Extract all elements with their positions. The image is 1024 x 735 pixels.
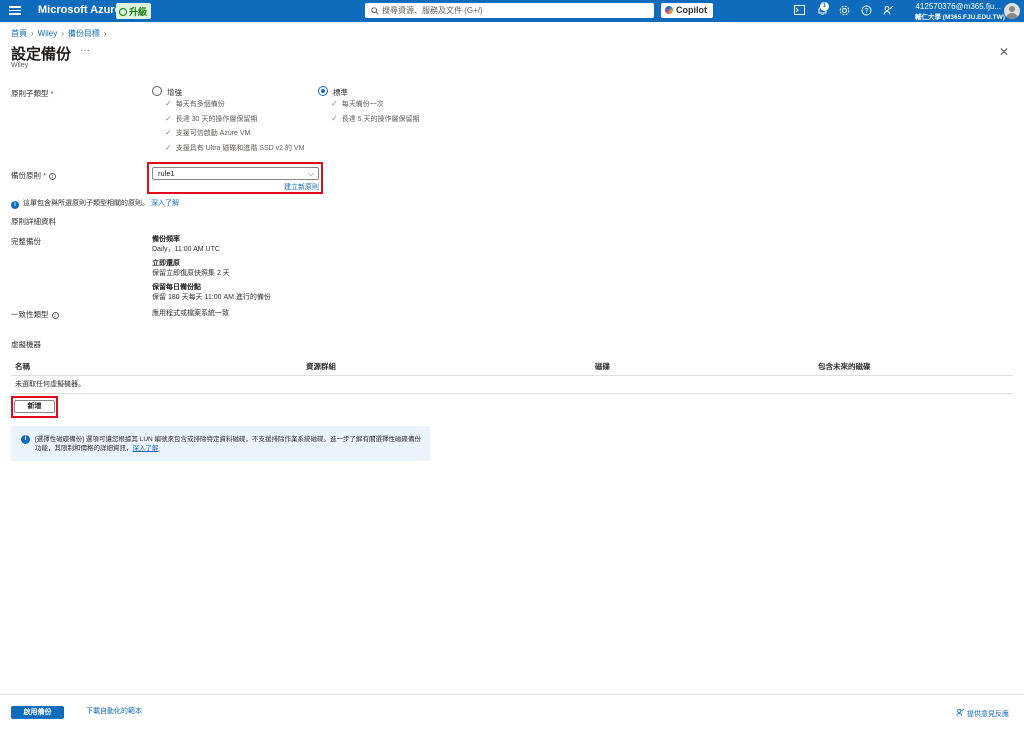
copilot-button[interactable]: Copilot xyxy=(661,3,713,18)
consistency-label: 一致性類型 i xyxy=(11,309,59,320)
vm-table-header: 名稱 資源群組 磁碟 包含未來的磁碟 xyxy=(11,358,1013,376)
search-placeholder: 搜尋資源、服務及文件 (G+/) xyxy=(382,6,483,15)
dropdown-value: rule1 xyxy=(158,169,175,178)
check-icon: ✓ xyxy=(331,114,338,123)
give-feedback-link[interactable]: 提供意見反應 xyxy=(956,708,1009,719)
info-icon: i xyxy=(11,201,19,209)
copilot-icon xyxy=(665,6,673,14)
chevron-right-icon: › xyxy=(61,29,64,38)
vms-heading: 虛擬機器 xyxy=(11,340,41,349)
svg-text:?: ? xyxy=(865,8,869,15)
check-icon: ✓ xyxy=(165,99,172,108)
col-future-disks: 包含未來的磁碟 xyxy=(818,362,871,371)
radio-standard[interactable] xyxy=(318,86,328,96)
backup-policy-dropdown[interactable]: rule1 ⌵ xyxy=(152,167,319,180)
account-email: 412570376@m365.fju... xyxy=(915,2,1001,11)
check-icon: ✓ xyxy=(331,99,338,108)
feedback-icon[interactable] xyxy=(883,5,894,16)
info-icon: i xyxy=(21,435,30,444)
upgrade-button[interactable]: 升級 xyxy=(116,3,151,19)
help-icon[interactable]: ? xyxy=(861,5,872,16)
copilot-label: Copilot xyxy=(676,5,707,15)
daily-retention: 保留每日備份點 保留 180 天每天 11:00 AM 進行的備份 xyxy=(152,284,271,301)
check-icon: ✓ xyxy=(165,114,172,123)
account-menu[interactable]: 412570376@m365.fju... 輔仁大學 (M365.FJU.EDU… xyxy=(915,2,1005,21)
feature-item: ✓ 支援具有 Ultra 磁碟和進階 SSD v2 的 VM xyxy=(165,143,305,152)
upgrade-icon xyxy=(119,8,127,16)
feature-item: ✓ 長達 30 天的操作層保留期 xyxy=(165,114,258,123)
add-vm-button[interactable]: 新增 xyxy=(14,400,55,413)
search-icon xyxy=(371,7,379,15)
selective-disk-notice: i [選擇性磁碟備份] 選項可讓您根據其 LUN 編號來包含或排除特定資料磁碟，… xyxy=(11,426,430,461)
option-enhanced-label: 增強 xyxy=(167,88,182,97)
cloud-shell-icon[interactable] xyxy=(794,5,805,16)
check-icon: ✓ xyxy=(165,143,172,152)
brand-name[interactable]: Microsoft Azure xyxy=(38,4,121,16)
upgrade-label: 升級 xyxy=(129,7,148,17)
policy-details-heading: 原則詳細資料 xyxy=(11,217,56,226)
more-options-icon[interactable]: ··· xyxy=(80,45,90,56)
backup-policy-label: 備份原則 * i xyxy=(11,170,57,181)
chevron-right-icon: › xyxy=(31,29,34,38)
gear-icon[interactable] xyxy=(839,5,850,16)
learn-more-link[interactable]: 深入了解 xyxy=(151,200,179,207)
avatar[interactable] xyxy=(1004,3,1020,19)
top-bar: Microsoft Azure 升級 搜尋資源、服務及文件 (G+/) Copi… xyxy=(0,0,1024,22)
instant-restore: 立即還原 保留立即復原快照集 2 天 xyxy=(152,260,230,277)
notice-learn-more-link[interactable]: 深入了解 xyxy=(133,445,159,452)
notification-badge: 1 xyxy=(820,2,829,11)
option-standard-label: 標準 xyxy=(333,88,348,97)
full-backup-label: 完整備份 xyxy=(11,237,41,246)
feature-item: ✓ 長達 5 天的操作層保留期 xyxy=(331,114,420,123)
backup-frequency: 備份頻率 Daily，11:00 AM UTC xyxy=(152,236,220,253)
feature-item: ✓ 支援可信啟動 Azure VM xyxy=(165,128,251,137)
radio-enhanced[interactable] xyxy=(152,86,162,96)
close-icon[interactable]: ✕ xyxy=(999,45,1009,59)
check-icon: ✓ xyxy=(165,128,172,137)
policy-info-line: i 這單包含與所選原則子類型相關的原則。 深入了解 xyxy=(11,198,179,209)
consistency-value: 應用程式或檔案系統一致 xyxy=(152,310,229,317)
divider xyxy=(11,393,1013,394)
col-disks: 磁碟 xyxy=(595,362,610,371)
feature-item: ✓ 每天備份一次 xyxy=(331,99,384,108)
download-template-link[interactable]: 下載自動化的範本 xyxy=(86,706,142,716)
breadcrumb-backup-goal[interactable]: 備份目標 xyxy=(68,29,100,38)
feature-item: ✓ 每天有多個備份 xyxy=(165,99,225,108)
vm-empty-text: 未選取任何虛擬機器。 xyxy=(15,381,85,388)
feedback-icon xyxy=(956,708,965,716)
create-policy-link[interactable]: 建立新原則 xyxy=(284,182,319,192)
enable-backup-button[interactable]: 啟用備份 xyxy=(11,706,64,719)
breadcrumb-home[interactable]: 首頁 xyxy=(11,29,27,38)
account-org: 輔仁大學 (M365.FJU.EDU.TW) xyxy=(915,14,1005,21)
hamburger-menu-icon[interactable] xyxy=(9,4,21,17)
info-icon: i xyxy=(49,173,57,180)
chevron-down-icon: ⌵ xyxy=(307,169,314,178)
col-resource-group: 資源群組 xyxy=(306,362,336,371)
breadcrumb: 首頁 › Wiley › 備份目標 › xyxy=(11,28,111,39)
footer-bar xyxy=(0,694,1024,735)
page-title: 設定備份 xyxy=(11,46,72,63)
info-icon: i xyxy=(51,312,59,319)
breadcrumb-wiley[interactable]: Wiley xyxy=(38,29,58,38)
page-subtitle: Wiley xyxy=(11,62,29,69)
policy-subtype-label: 原則子類型 * xyxy=(11,89,54,98)
col-name: 名稱 xyxy=(15,362,30,371)
chevron-right-icon: › xyxy=(103,29,107,38)
search-input[interactable]: 搜尋資源、服務及文件 (G+/) xyxy=(365,3,654,18)
notice-text: [選擇性磁碟備份] 選項可讓您根據其 LUN 編號來包含或排除特定資料磁碟，不支… xyxy=(35,436,422,452)
